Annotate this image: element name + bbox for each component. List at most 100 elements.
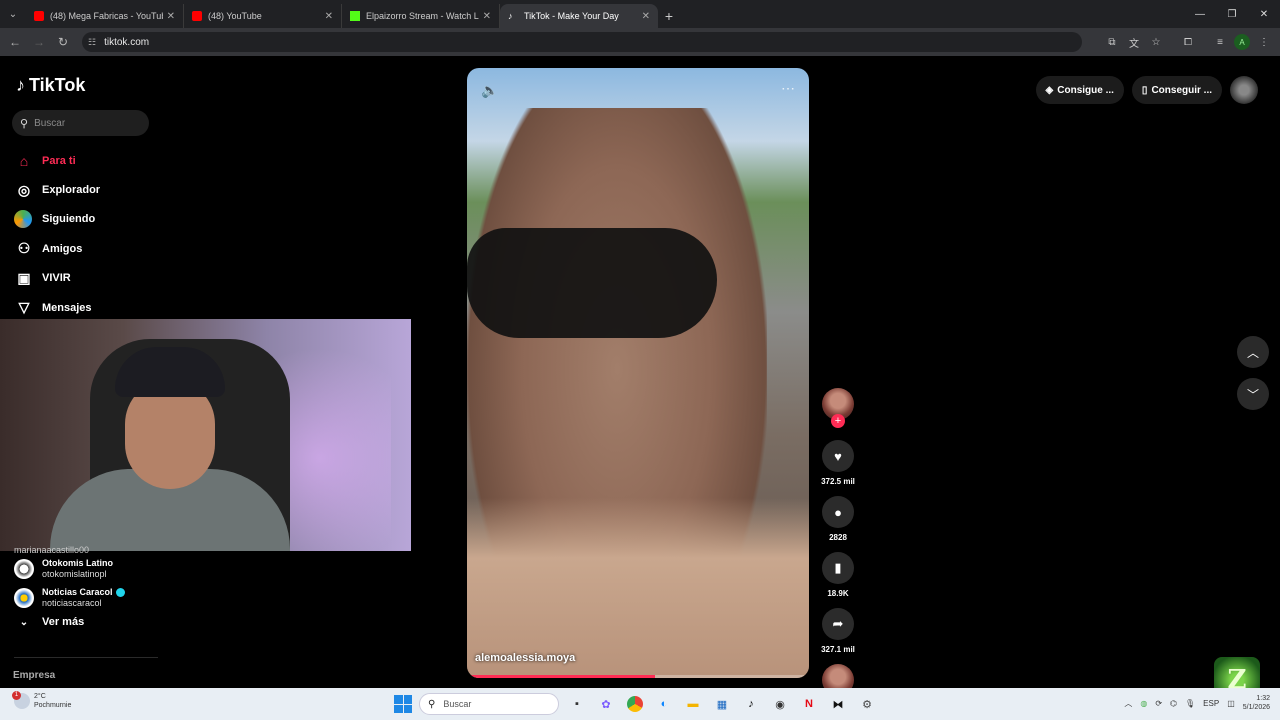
close-window-icon[interactable]: ✕: [1248, 0, 1280, 28]
reading-list-icon[interactable]: ≡: [1212, 34, 1228, 50]
obs-icon[interactable]: ◉: [769, 693, 791, 715]
messages-icon: ▽: [18, 299, 30, 316]
translate-icon[interactable]: 文: [1126, 34, 1142, 50]
get-coins-label: Consigue ...: [1057, 84, 1114, 96]
coins-icon: ◈: [1045, 84, 1054, 96]
install-app-icon[interactable]: ⧉: [1104, 34, 1120, 50]
follow-plus-icon[interactable]: +: [831, 414, 845, 428]
more-options-icon[interactable]: ⋯: [781, 80, 795, 97]
back-icon[interactable]: ←: [3, 35, 27, 49]
restore-icon[interactable]: ❐: [1216, 0, 1248, 28]
capcut-icon[interactable]: ⧓: [827, 693, 849, 715]
windows-start-icon[interactable]: [394, 695, 412, 713]
url-field[interactable]: ☷ tiktok.com: [82, 32, 1082, 52]
menu-kebab-icon[interactable]: ⋮: [1256, 34, 1272, 50]
comment-button[interactable]: ●: [822, 496, 854, 528]
browser-tab[interactable]: Elpaizorro Stream - Watch Live ✕: [342, 4, 500, 28]
language-indicator[interactable]: ESP: [1203, 699, 1219, 708]
following-item[interactable]: Noticias Caracol noticiascaracol: [14, 583, 164, 612]
previous-video-button[interactable]: ︿: [1237, 336, 1269, 368]
like-button[interactable]: ♥: [822, 440, 854, 472]
get-app-button[interactable]: ▯ Conseguir ...: [1131, 76, 1222, 104]
sidebar-item-para-ti[interactable]: ⌂ Para ti: [14, 146, 164, 175]
file-explorer-icon[interactable]: ▬: [682, 693, 704, 715]
volume-icon[interactable]: 🔈: [481, 82, 498, 99]
search-placeholder: Buscar: [34, 117, 66, 129]
share-count: 327.1 mil: [821, 645, 855, 654]
tiktok-icon: ♪: [508, 11, 513, 21]
video-actions: + ♥ 372.5 mil ● 2828 ▮ 18.9K ➦ 327.1 mil: [818, 388, 858, 696]
reload-icon[interactable]: ↻: [51, 35, 75, 49]
sidebar-item-label: Mensajes: [42, 301, 92, 314]
get-app-label: Conseguir ...: [1151, 84, 1212, 96]
sidebar-item-amigos[interactable]: ⚇ Amigos: [14, 234, 164, 263]
video-author[interactable]: alemoalessia.moya: [475, 652, 575, 664]
search-input[interactable]: ⚲ Buscar: [12, 110, 149, 136]
video-progress-bar[interactable]: [467, 675, 809, 678]
sidebar-item-siguiendo[interactable]: Siguiendo: [14, 205, 164, 234]
save-button[interactable]: ▮: [822, 552, 854, 584]
sidebar-item-mensajes[interactable]: ▽ Mensajes: [14, 293, 164, 322]
new-tab-icon[interactable]: +: [658, 4, 680, 28]
close-tab-icon[interactable]: ✕: [325, 11, 333, 22]
tray-app-icon[interactable]: ◍: [1140, 699, 1147, 708]
taskbar-search-input[interactable]: ⚲ Buscar: [419, 693, 559, 715]
browser-tab-strip: ⌄ (48) Mega Fabricas - YouTube ✕ (48) Yo…: [0, 0, 1280, 28]
video-sunglasses: [467, 228, 717, 338]
close-tab-icon[interactable]: ✕: [483, 11, 491, 22]
get-coins-button[interactable]: ◈ Consigue ...: [1035, 76, 1124, 104]
weather-temp: 2°C: [34, 693, 46, 700]
store-icon[interactable]: ▦: [711, 693, 733, 715]
chrome-icon[interactable]: [624, 693, 646, 715]
video-player[interactable]: 🔈 ⋯ alemoalessia.moya: [467, 68, 809, 678]
bookmark-star-icon[interactable]: ☆: [1148, 34, 1164, 50]
search-icon: ⚲: [428, 698, 436, 710]
following-item[interactable]: Otokomis Latino otokomislatinopl: [14, 554, 164, 583]
close-tab-icon[interactable]: ✕: [167, 11, 175, 22]
netflix-icon[interactable]: N: [798, 693, 820, 715]
ver-mas-button[interactable]: ⌄ Ver más: [14, 616, 164, 628]
avatar: [14, 558, 34, 579]
bookmark-icon: ▮: [834, 560, 842, 575]
browser-tab[interactable]: (48) YouTube ✕: [184, 4, 342, 28]
browser-tab-active[interactable]: ♪ TikTok - Make Your Day ✕: [500, 4, 658, 28]
verified-badge-icon: [115, 587, 125, 597]
sync-icon[interactable]: ⟳: [1155, 699, 1162, 708]
save-count: 18.9K: [827, 589, 849, 598]
close-tab-icon[interactable]: ✕: [642, 11, 650, 22]
network-icon[interactable]: ⌬: [1170, 699, 1177, 708]
following-avatar-icon: [14, 210, 32, 229]
logo-text: TikTok: [29, 75, 86, 95]
microphone-icon[interactable]: 🎙: [1185, 699, 1195, 708]
user-avatar[interactable]: [1230, 76, 1258, 104]
forward-icon[interactable]: →: [27, 35, 51, 49]
next-video-button[interactable]: ﹀: [1237, 378, 1269, 410]
tab-search-icon[interactable]: ⌄: [0, 0, 26, 28]
browser-tab[interactable]: (48) Mega Fabricas - YouTube ✕: [26, 4, 184, 28]
clock[interactable]: 1:32 5/1/2026: [1243, 694, 1270, 712]
site-info-icon[interactable]: ☷: [88, 37, 96, 48]
tiktok-app-icon[interactable]: ♪: [740, 693, 762, 715]
account-name: Noticias Caracol: [42, 586, 113, 597]
creator-avatar[interactable]: +: [822, 388, 854, 428]
volume-icon[interactable]: ◫: [1227, 699, 1235, 708]
share-button[interactable]: ➦: [822, 608, 854, 640]
weather-widget[interactable]: 1 2°C Pochmurnie: [12, 691, 71, 710]
copilot-icon[interactable]: ✿: [595, 693, 617, 715]
address-bar: ← → ↻ ☷ tiktok.com ⧉ 文 ☆ ⧠ ≡ A ⋮: [0, 28, 1280, 56]
empresa-link[interactable]: Empresa: [13, 670, 55, 681]
video-lower-area: [467, 498, 809, 678]
settings-gear-icon[interactable]: ⚙: [856, 693, 878, 715]
youtube-icon: [34, 11, 44, 21]
extensions-icon[interactable]: ⧠: [1180, 34, 1196, 50]
divider: [14, 657, 158, 658]
sidebar-item-explorador[interactable]: ◎ Explorador: [14, 175, 164, 204]
task-view-icon[interactable]: ▪: [566, 693, 588, 715]
tray-overflow-icon[interactable]: ︿: [1124, 698, 1132, 709]
profile-avatar[interactable]: A: [1234, 34, 1250, 50]
tiktok-logo[interactable]: ♪ TikTok: [16, 75, 85, 96]
sidebar-item-label: VIVIR: [42, 272, 71, 285]
edge-icon[interactable]: ◐: [653, 693, 675, 715]
minimize-icon[interactable]: —: [1184, 0, 1216, 28]
sidebar-item-vivir[interactable]: ▣ VIVIR: [14, 264, 164, 293]
